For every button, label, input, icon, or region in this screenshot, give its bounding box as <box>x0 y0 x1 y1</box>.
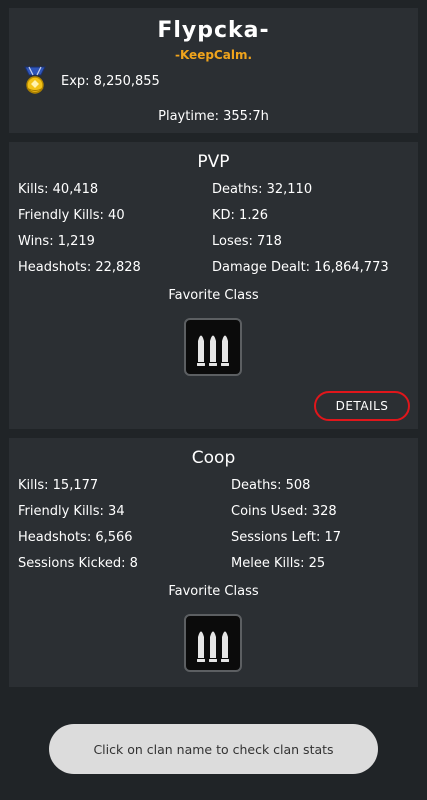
stat-row: Friendly Kills: 40 KD: 1.26 <box>18 208 418 234</box>
clan-name-link[interactable]: -KeepCalm. <box>9 48 418 62</box>
coop-stat-coins-used: Coins Used: 328 <box>231 504 337 519</box>
pvp-favorite-class-label: Favorite Class <box>168 288 259 303</box>
profile-card: Flypcka- -KeepCalm. Exp: 8,250,855 Playt… <box>9 8 418 133</box>
coop-stat-melee-kills: Melee Kills: 25 <box>231 556 326 571</box>
coop-stat-sessions-left: Sessions Left: 17 <box>231 530 342 545</box>
pvp-stat-kd: KD: 1.26 <box>212 208 268 223</box>
ammo-bullets-icon <box>184 318 242 376</box>
stat-row: Kills: 15,177 Deaths: 508 <box>18 478 418 504</box>
coop-stat-kills: Kills: 15,177 <box>18 478 99 493</box>
coop-stat-sessions-kicked: Sessions Kicked: 8 <box>18 556 138 571</box>
exp-value: Exp: 8,250,855 <box>61 74 160 89</box>
coop-stat-friendly-kills: Friendly Kills: 34 <box>18 504 125 519</box>
rank-medal-icon <box>21 66 49 98</box>
stat-row: Kills: 40,418 Deaths: 32,110 <box>18 182 418 208</box>
pvp-stat-deaths: Deaths: 32,110 <box>212 182 313 197</box>
clan-hint-toast: Click on clan name to check clan stats <box>49 724 378 774</box>
coop-favorite-class-label: Favorite Class <box>168 584 259 599</box>
stat-row: Sessions Kicked: 8 Melee Kills: 25 <box>18 556 418 582</box>
stat-row: Headshots: 6,566 Sessions Left: 17 <box>18 530 418 556</box>
stat-row: Headshots: 22,828 Damage Dealt: 16,864,7… <box>18 260 418 286</box>
coop-stat-headshots: Headshots: 6,566 <box>18 530 133 545</box>
pvp-stat-friendly-kills: Friendly Kills: 40 <box>18 208 125 223</box>
pvp-stat-kills: Kills: 40,418 <box>18 182 99 197</box>
pvp-card: PVP Kills: 40,418 Deaths: 32,110 Friendl… <box>9 142 418 429</box>
stat-row: Friendly Kills: 34 Coins Used: 328 <box>18 504 418 530</box>
pvp-title: PVP <box>197 152 230 172</box>
playtime-value: Playtime: 355:7h <box>158 109 269 124</box>
ammo-bullets-icon <box>184 614 242 672</box>
coop-stat-deaths: Deaths: 508 <box>231 478 311 493</box>
player-name: Flypcka- <box>157 18 270 43</box>
details-button[interactable]: DETAILS <box>314 391 410 421</box>
pvp-stat-wins: Wins: 1,219 <box>18 234 95 249</box>
pvp-stat-headshots: Headshots: 22,828 <box>18 260 141 275</box>
pvp-stat-damage-dealt: Damage Dealt: 16,864,773 <box>212 260 389 275</box>
pvp-stat-loses: Loses: 718 <box>212 234 282 249</box>
coop-card: Coop Kills: 15,177 Deaths: 508 Friendly … <box>9 438 418 687</box>
coop-stats: Kills: 15,177 Deaths: 508 Friendly Kills… <box>18 478 418 582</box>
pvp-stats: Kills: 40,418 Deaths: 32,110 Friendly Ki… <box>18 182 418 286</box>
stat-row: Wins: 1,219 Loses: 718 <box>18 234 418 260</box>
coop-title: Coop <box>191 448 236 468</box>
